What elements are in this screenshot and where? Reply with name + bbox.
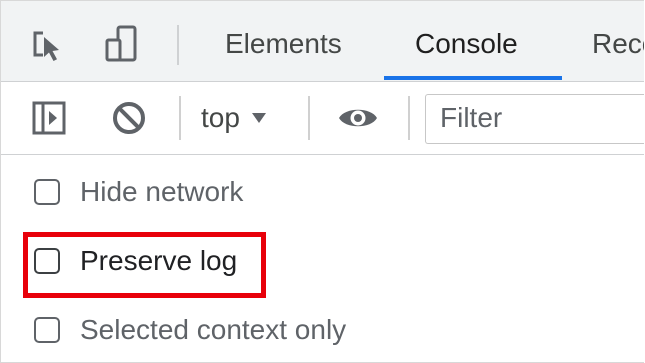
hide-network-option: Hide network <box>34 174 243 210</box>
caret-down-icon <box>251 113 266 123</box>
device-toolbar-icon[interactable] <box>104 24 138 64</box>
hide-network-label[interactable]: Hide network <box>80 176 243 208</box>
sidebar-toggle-icon[interactable] <box>31 100 67 136</box>
live-expression-icon[interactable] <box>337 103 379 133</box>
selected-context-label[interactable]: Selected context only <box>80 314 346 346</box>
element-picker-icon[interactable] <box>31 24 65 64</box>
console-settings: Hide network Preserve log Selected conte… <box>1 155 644 362</box>
tab-recorder[interactable]: Reco <box>592 28 644 60</box>
tab-elements[interactable]: Elements <box>225 28 342 60</box>
active-tab-indicator <box>384 76 562 80</box>
toolbar-divider <box>408 96 410 140</box>
clear-console-icon[interactable] <box>111 100 147 136</box>
filter-box <box>425 94 644 144</box>
tab-separator <box>177 25 179 65</box>
tab-console[interactable]: Console <box>415 28 518 60</box>
highlight-annotation <box>23 232 266 298</box>
selected-context-option: Selected context only <box>34 312 346 348</box>
context-selector[interactable]: top <box>201 102 267 134</box>
console-toolbar: top <box>1 82 644 155</box>
toolbar-divider <box>308 96 310 140</box>
hide-network-checkbox[interactable] <box>34 179 60 205</box>
context-value: top <box>201 102 240 133</box>
toolbar-divider <box>179 96 181 140</box>
devtools-window: Elements Console Reco top <box>0 0 644 363</box>
tab-bar: Elements Console Reco <box>1 1 644 82</box>
selected-context-checkbox[interactable] <box>34 317 60 343</box>
filter-input[interactable] <box>440 101 644 135</box>
